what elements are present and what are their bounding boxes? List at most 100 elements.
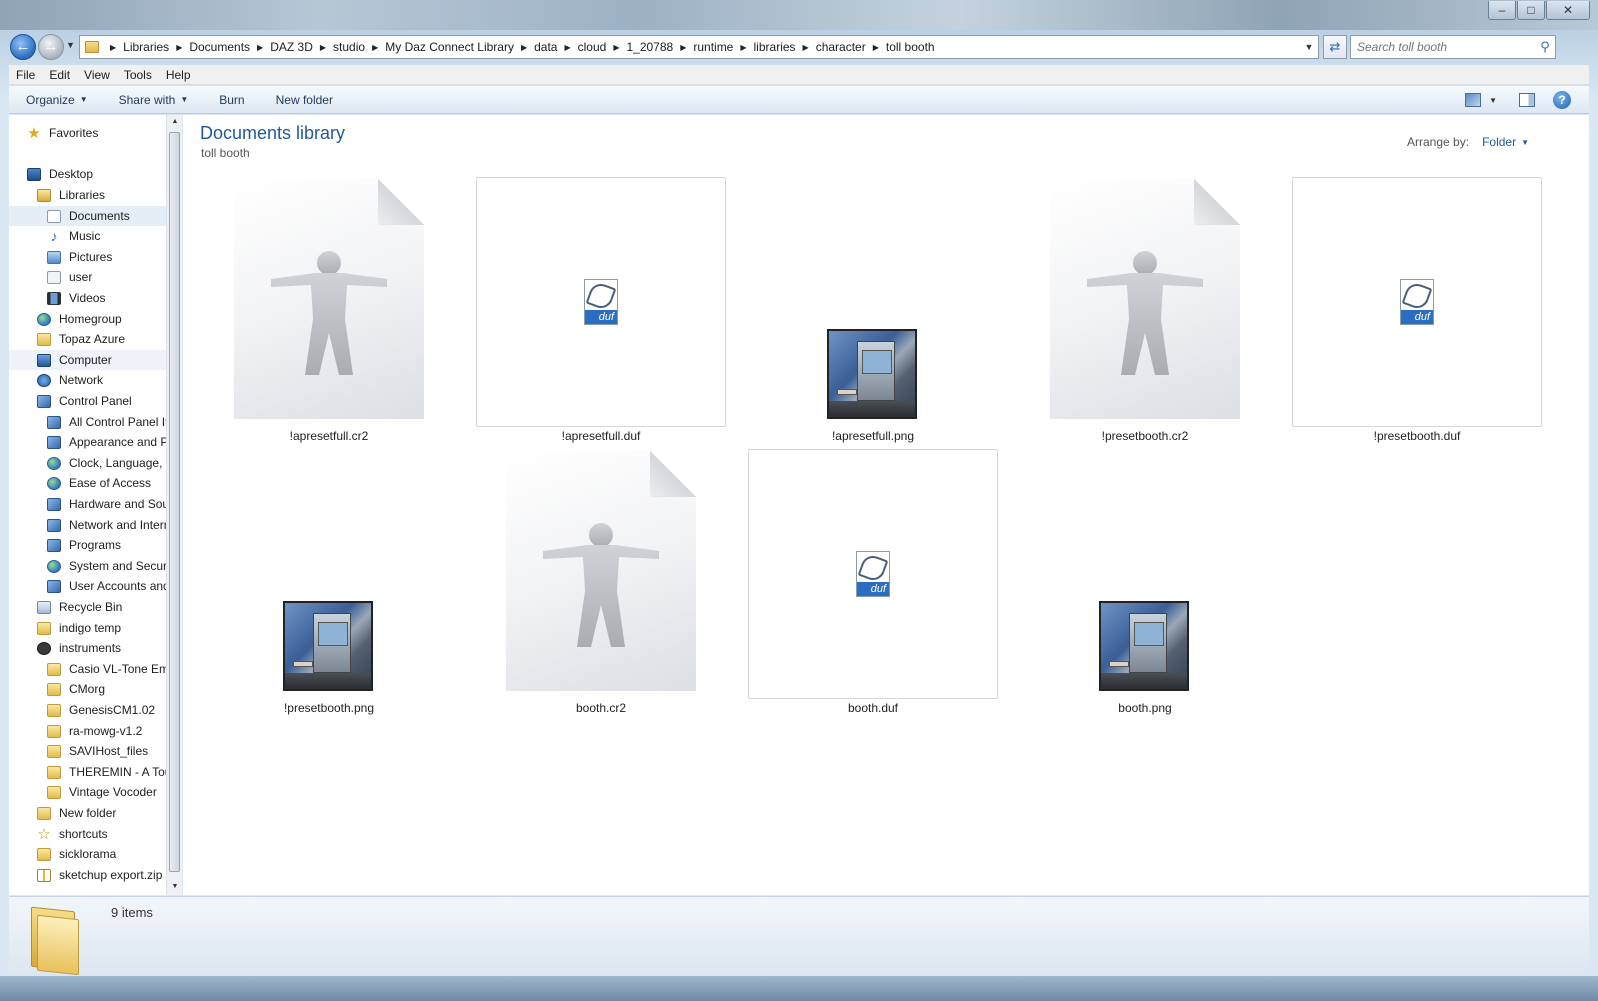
chevron-right-icon[interactable]: ▶ xyxy=(680,43,686,52)
nav-item-appearance-and-pe[interactable]: Appearance and Pe xyxy=(9,432,166,452)
chevron-right-icon[interactable]: ▶ xyxy=(110,43,116,52)
menu-help[interactable]: Help xyxy=(159,68,198,82)
breadcrumb-item[interactable]: character xyxy=(816,40,866,54)
menu-file[interactable]: File xyxy=(9,68,42,82)
minimize-button[interactable]: – xyxy=(1488,1,1516,20)
breadcrumb-item[interactable]: data xyxy=(534,40,557,54)
nav-item-control-panel[interactable]: Control Panel xyxy=(9,391,166,411)
breadcrumb-item[interactable]: cloud xyxy=(578,40,607,54)
scrollbar-thumb[interactable] xyxy=(169,132,180,872)
scroll-up-icon[interactable]: ▲ xyxy=(167,118,183,125)
scroll-down-icon[interactable]: ▼ xyxy=(167,883,183,890)
breadcrumb-item[interactable]: My Daz Connect Library xyxy=(385,40,514,54)
nav-item-ease-of-access[interactable]: Ease of Access xyxy=(9,473,166,493)
file-item[interactable]: !apresetfull.png xyxy=(737,175,1009,447)
address-history-dropdown[interactable]: ▼ xyxy=(1300,42,1318,52)
arrange-by-value[interactable]: Folder xyxy=(1482,135,1516,149)
breadcrumb-item[interactable]: studio xyxy=(333,40,365,54)
back-button[interactable]: ← xyxy=(10,34,36,60)
breadcrumb-item[interactable]: 1_20788 xyxy=(626,40,673,54)
chevron-right-icon[interactable]: ▶ xyxy=(176,43,182,52)
refresh-button[interactable]: ⇄ xyxy=(1323,35,1347,59)
address-bar[interactable]: ▶ Libraries ▶ Documents ▶ DAZ 3D ▶ studio ▶ My Da… xyxy=(79,35,1319,59)
nav-item-topaz-azure[interactable]: Topaz Azure xyxy=(9,329,166,349)
forward-button[interactable]: → xyxy=(38,34,64,60)
search-box[interactable]: ⚲ xyxy=(1350,35,1556,59)
nav-item-system-and-securit[interactable]: System and Securit xyxy=(9,556,166,576)
nav-item-homegroup[interactable]: Homegroup xyxy=(9,309,166,329)
nav-item-programs[interactable]: Programs xyxy=(9,535,166,555)
nav-item-cmorg[interactable]: CMorg xyxy=(9,679,166,699)
file-item[interactable]: !apresetfull.cr2 xyxy=(193,175,465,447)
nav-item-savihost-files[interactable]: SAVIHost_files xyxy=(9,741,166,761)
organize-button[interactable]: Organize ▼ xyxy=(9,93,102,107)
nav-item-sicklorama[interactable]: sicklorama xyxy=(9,844,166,864)
chevron-right-icon[interactable]: ▶ xyxy=(320,43,326,52)
search-icon[interactable]: ⚲ xyxy=(1535,39,1555,55)
file-item[interactable]: duf booth.duf xyxy=(737,447,1009,719)
chevron-right-icon[interactable]: ▶ xyxy=(740,43,746,52)
nav-item-instruments[interactable]: instruments xyxy=(9,638,166,658)
nav-item-network[interactable]: Network xyxy=(9,370,166,390)
chevron-down-icon[interactable]: ▼ xyxy=(1521,138,1529,147)
breadcrumb-item[interactable]: toll booth xyxy=(886,40,935,54)
nav-item-desktop[interactable]: Desktop xyxy=(9,164,166,184)
file-item[interactable]: booth.png xyxy=(1009,447,1281,719)
nav-item-all-control-panel-it[interactable]: All Control Panel It xyxy=(9,412,166,432)
menu-view[interactable]: View xyxy=(77,68,117,82)
chevron-right-icon[interactable]: ▶ xyxy=(873,43,879,52)
nav-item-user-accounts-and[interactable]: User Accounts and xyxy=(9,576,166,596)
chevron-right-icon[interactable]: ▶ xyxy=(803,43,809,52)
search-input[interactable] xyxy=(1351,37,1535,57)
file-item[interactable]: booth.cr2 xyxy=(465,447,737,719)
chevron-right-icon[interactable]: ▶ xyxy=(564,43,570,52)
menu-edit[interactable]: Edit xyxy=(42,68,77,82)
nav-pane-scrollbar[interactable]: ▲ ▼ xyxy=(166,115,182,895)
chevron-right-icon[interactable]: ▶ xyxy=(613,43,619,52)
breadcrumb-item[interactable]: runtime xyxy=(693,40,733,54)
nav-item-genesiscm1-02[interactable]: GenesisCM1.02 xyxy=(9,700,166,720)
preview-pane-icon[interactable] xyxy=(1519,93,1535,107)
chevron-right-icon[interactable]: ▶ xyxy=(372,43,378,52)
chevron-right-icon[interactable]: ▶ xyxy=(257,43,263,52)
burn-button[interactable]: Burn xyxy=(202,93,258,107)
nav-item-sketchup-export-zip[interactable]: sketchup export.zip xyxy=(9,865,166,885)
recent-pages-dropdown[interactable]: ▼ xyxy=(66,40,75,50)
breadcrumb-item[interactable]: libraries xyxy=(754,40,796,54)
nav-item-libraries[interactable]: Libraries xyxy=(9,185,166,205)
nav-item-clock-language-a[interactable]: Clock, Language, a xyxy=(9,453,166,473)
nav-item-computer[interactable]: Computer xyxy=(9,350,166,370)
nav-item-hardware-and-sou[interactable]: Hardware and Sou xyxy=(9,494,166,514)
nav-item-pictures[interactable]: Pictures xyxy=(9,247,166,267)
view-options-dropdown[interactable]: ▼ xyxy=(1489,96,1497,105)
nav-item-videos[interactable]: Videos xyxy=(9,288,166,308)
share-with-button[interactable]: Share with ▼ xyxy=(102,93,203,107)
nav-item-indigo-temp[interactable]: indigo temp xyxy=(9,618,166,638)
file-item[interactable]: duf !presetbooth.duf xyxy=(1281,175,1553,447)
menu-tools[interactable]: Tools xyxy=(117,68,159,82)
new-folder-button[interactable]: New folder xyxy=(259,93,347,107)
nav-item-ra-mowg-v1-2[interactable]: ra-mowg-v1.2 xyxy=(9,721,166,741)
change-view-icon[interactable] xyxy=(1465,93,1482,107)
nav-item-vintage-vocoder[interactable]: Vintage Vocoder xyxy=(9,782,166,802)
nav-item-music[interactable]: ♪ Music xyxy=(9,226,166,246)
nav-item-new-folder[interactable]: New folder xyxy=(9,803,166,823)
nav-item-casio-vl-tone-em[interactable]: Casio VL-Tone Em xyxy=(9,659,166,679)
nav-item-shortcuts[interactable]: ☆ shortcuts xyxy=(9,824,166,844)
nav-item-favorites[interactable]: ★ Favorites xyxy=(9,123,166,143)
nav-item-user[interactable]: user xyxy=(9,267,166,287)
breadcrumb-item[interactable]: Libraries xyxy=(123,40,169,54)
breadcrumb-item[interactable]: DAZ 3D xyxy=(270,40,313,54)
help-icon[interactable]: ? xyxy=(1553,91,1571,109)
nav-item-network-and-intern[interactable]: Network and Intern xyxy=(9,515,166,535)
chevron-right-icon[interactable]: ▶ xyxy=(521,43,527,52)
breadcrumb-item[interactable]: Documents xyxy=(189,40,250,54)
nav-item-documents[interactable]: Documents xyxy=(9,206,166,226)
close-button[interactable]: ✕ xyxy=(1546,1,1590,20)
nav-item-theremin-a-tou[interactable]: THEREMIN - A Tou xyxy=(9,762,166,782)
file-item[interactable]: !presetbooth.png xyxy=(193,447,465,719)
file-item[interactable]: !presetbooth.cr2 xyxy=(1009,175,1281,447)
file-item[interactable]: duf !apresetfull.duf xyxy=(465,175,737,447)
nav-item-recycle-bin[interactable]: Recycle Bin xyxy=(9,597,166,617)
maximize-button[interactable]: □ xyxy=(1517,1,1545,20)
